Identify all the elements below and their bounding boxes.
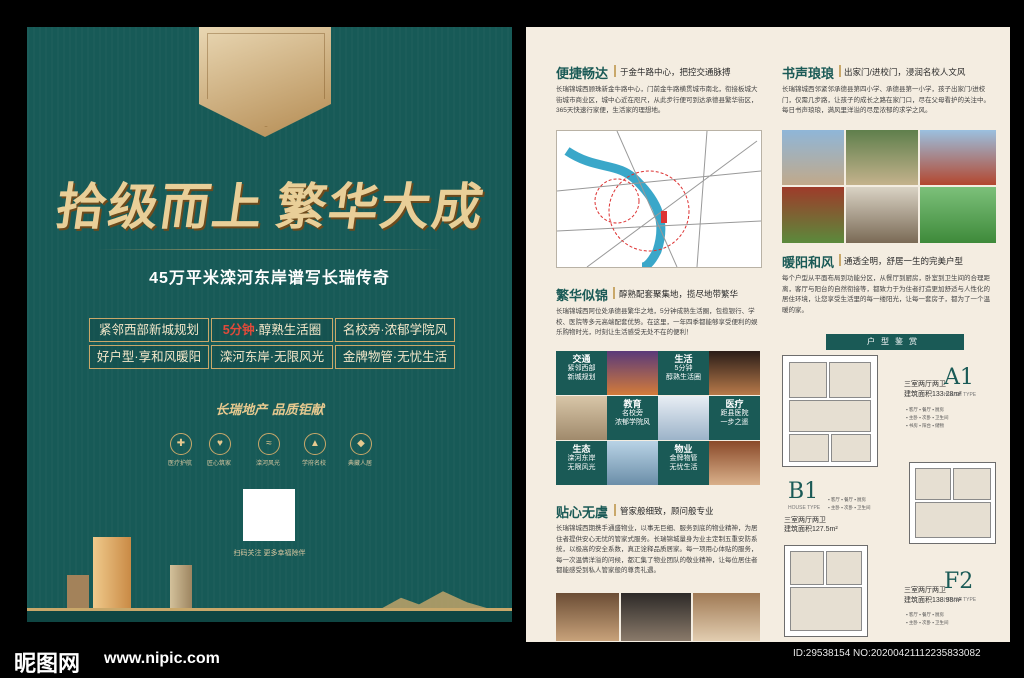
floorplan-a1 [782,355,878,467]
type-a1-letter: A1 [944,365,974,390]
title-bar [839,254,841,266]
type-a1-sub: HOUSE TYPE [944,392,977,398]
grid-photo-1 [607,351,658,395]
icon-label-2: 匠心筑家 [206,461,231,467]
grid-photo-2 [709,351,760,395]
school-photo-1 [782,130,844,185]
icon-label-3: 滦河风光 [255,461,280,467]
section-body-life: 长瑞锦城西阿位处承德县繁华之地，5分钟成熟生活圈，包揽银行、学校、医院等多元高端… [556,308,758,336]
type-b1-letter: B1 [788,479,819,504]
section-title-transport: 便捷畅达 [556,67,609,82]
service-photo-1 [556,593,619,641]
watermark-id: ID:29538154 NO:20200421112235833082 [793,648,981,659]
section-body-layout: 每个户型从平面布局到功能分区，从餐厅到厨房，卧室到卫生间的合理距离，客厅与阳台的… [782,275,990,314]
section-title-layout: 暖阳和风 [782,256,835,271]
service-photo-3 [693,593,760,641]
building-illustration-3 [67,575,89,611]
grid-life: 生活 5分钟 醇熟生活圈 [658,351,709,395]
title-bar [614,65,616,77]
floorplan-header: 户型鉴赏 [826,334,964,350]
headline-part-2: 繁华大成 [272,177,489,236]
section-sub-service: 管家般细致，顾问般专业 [620,506,714,516]
section-title-service: 贴心无虞 [556,506,609,521]
watermark-url[interactable]: www.nipic.com [104,650,220,668]
cover-panel: 拾级而上 繁华大成 45万平米滦河东岸谱写长瑞传奇 紧邻西部新城规划 5分钟·醇… [27,27,512,622]
location-map [556,130,762,272]
medical-icon: ✚ [170,433,192,455]
type-f2-letter: F2 [944,569,974,594]
diamond-icon: ◆ [350,433,372,455]
section-sub-transport: 于金牛路中心，把控交通脉搏 [620,67,731,77]
school-photo-2 [846,130,918,185]
school-photo-5 [846,187,918,243]
section-sub-life: 醇熟配套聚集地，揽尽地带繁华 [619,289,739,299]
floorplan-b1 [909,462,996,544]
tag-1: 紧邻西部新城规划 [89,318,209,342]
type-f2-desc: 三室两厅两卫 [904,587,946,594]
school-icon: ▲ [304,433,326,455]
section-title-school: 书声琅琅 [782,67,835,82]
tag-4: 好户型·享和风暖阳 [89,345,209,369]
headline-part-1: 拾级而上 [52,177,269,236]
school-photo-4 [782,187,844,243]
grid-photo-5 [607,441,658,485]
service-photo-2 [621,593,691,641]
title-bar [614,504,616,516]
qr-code[interactable] [243,489,295,541]
type-f2-sub: HOUSE TYPE [944,597,977,603]
type-b1-area: 建筑面积127.5m² [784,526,838,533]
heart-icon: ♥ [209,433,231,455]
school-photo-6 [920,187,996,243]
section-body-transport: 长瑞锦城西顾珠新金牛路中心，门前金牛路横贯城市南北，衔接板城大街城市商业区，城中… [556,86,758,114]
grid-education: 教育 名校旁 浓郁学院风 [607,396,658,440]
grid-transport: 交通 紧邻西部 新城规划 [556,351,607,395]
feature-grid: 交通 紧邻西部 新城规划 生活 5分钟 醇熟生活圈 教育 名校旁 浓郁学院风 医疗 距县医院一… [556,351,760,485]
watermark-brand: 昵图网 [14,651,81,677]
footer-strip [27,611,512,622]
divider [97,249,442,250]
grid-photo-4 [658,396,709,440]
section-title-life: 繁华似锦 [556,289,609,304]
grid-ecology: 生态 滦河东岸 无限风光 [556,441,607,485]
building-illustration-2 [170,565,192,611]
section-sub-layout: 通透全明，舒居一生的完美户型 [844,256,964,266]
tag-5: 滦河东岸·无限风光 [211,345,333,369]
river-icon: ≈ [258,433,280,455]
school-photo-3 [920,130,996,185]
grid-property: 物业 金牌物管 无忧生活 [658,441,709,485]
subtitle: 45万平米滦河东岸谱写长瑞传奇 [149,270,390,287]
section-sub-school: 出家门/进校门，浸润名校人文风 [844,67,966,77]
icon-label-4: 学府名校 [301,461,326,467]
tag-3: 名校旁·浓郁学院风 [335,318,455,342]
building-illustration [93,537,131,611]
icon-label-5: 典藏人居 [347,461,372,467]
title-bar [613,287,615,299]
tag-2: 5分钟·醇熟生活圈 [211,318,333,342]
grid-photo-6 [709,441,760,485]
slogan: 长瑞地产 品质钜献 [215,403,324,418]
tag-6: 金牌物管·无忧生活 [335,345,455,369]
title-bar [839,65,841,77]
grid-medical: 医疗 距县医院 一步之遥 [709,396,760,440]
floorplan-f2 [784,545,868,637]
qr-caption: 扫码关注 更多幸福除伴 [233,550,306,557]
section-body-service: 长瑞锦城西期携手通盛物业，以事无巨细、服务到底的物业精神，为居住者提供安心无忧的… [556,525,758,574]
type-b1-sub: HOUSE TYPE [788,505,821,511]
type-a1-desc: 三室两厅两卫 [904,381,946,388]
section-body-school: 长瑞锦城西邻紧邻承德县第四小学、承德县第一小学，孩子出家门/进校门，仅需几步路，… [782,86,990,114]
grid-photo-3 [556,396,607,440]
info-panel: 便捷畅达 于金牛路中心，把控交通脉搏 长瑞锦城西顾珠新金牛路中心，门前金牛路横贯… [526,27,1010,642]
